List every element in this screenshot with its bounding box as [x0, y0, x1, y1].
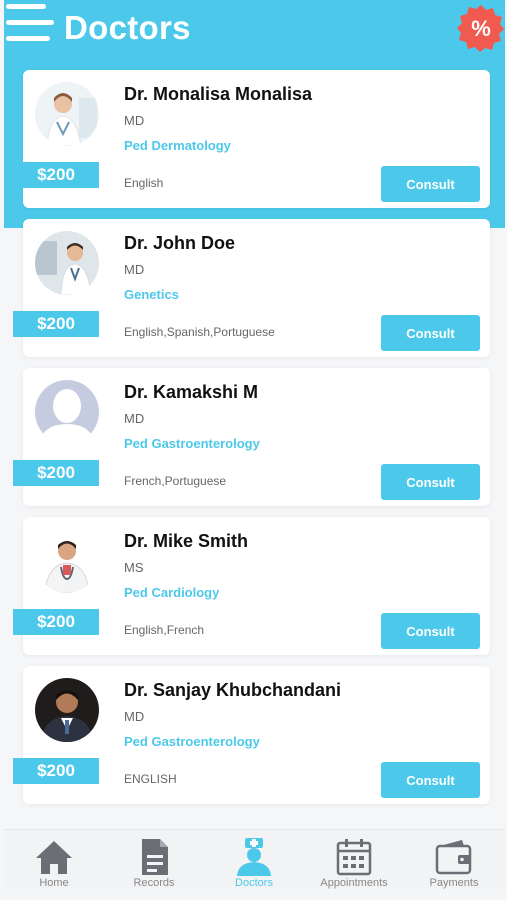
page-title: Doctors — [64, 9, 191, 46]
doctor-name: Dr. Sanjay Khubchandani — [124, 680, 342, 700]
doctor-degree: MD — [124, 411, 145, 426]
doctor-avatar-placeholder — [35, 380, 99, 444]
doctor-specialty: Genetics — [124, 287, 179, 302]
doctor-avatar — [35, 678, 99, 742]
doctor-name: Dr. Monalisa Monalisa — [124, 84, 313, 104]
calendar-icon — [334, 838, 374, 876]
doctor-languages: English,Spanish,Portuguese — [124, 325, 275, 339]
consult-button[interactable]: Consult — [381, 315, 480, 351]
discount-badge-icon[interactable]: % — [457, 4, 505, 52]
price-tag: $200 — [13, 311, 99, 337]
nav-label: Home — [39, 877, 69, 889]
doctor-specialty: Ped Dermatology — [124, 138, 231, 153]
doctor-languages: French,Portuguese — [124, 474, 227, 488]
discount-symbol: % — [471, 16, 491, 41]
doctor-avatar — [35, 529, 99, 593]
doctor-card[interactable]: $200 Dr. Sanjay Khubchandani MD Ped Gast… — [13, 666, 490, 804]
consult-button[interactable]: Consult — [381, 613, 480, 649]
doctor-languages: English,French — [124, 623, 205, 637]
bottom-navigation: Home Records Doctors Appointments Paymen… — [4, 829, 505, 889]
doctor-specialty: Ped Gastroenterology — [124, 436, 260, 451]
nav-payments[interactable]: Payments — [404, 830, 504, 890]
price-tag: $200 — [13, 460, 99, 486]
nav-label: Records — [133, 877, 175, 889]
doctor-icon — [234, 838, 274, 876]
records-icon — [134, 838, 174, 876]
wallet-icon — [434, 838, 474, 876]
nav-home[interactable]: Home — [4, 830, 104, 890]
price-tag: $200 — [13, 609, 99, 635]
nav-label: Appointments — [320, 877, 388, 889]
doctor-avatar — [35, 82, 99, 146]
nav-records[interactable]: Records — [104, 830, 204, 890]
app-screen: Doctors % $200 Dr. Monalisa Monalisa MD … — [0, 0, 507, 900]
doctor-degree: MS — [124, 560, 144, 575]
nav-doctors[interactable]: Doctors — [204, 830, 304, 890]
doctor-languages: English — [124, 176, 164, 190]
doctor-degree: MD — [124, 113, 145, 128]
doctor-specialty: Ped Cardiology — [124, 585, 220, 600]
price-tag: $200 — [13, 162, 99, 188]
nav-label: Payments — [429, 877, 479, 889]
doctor-name: Dr. Kamakshi M — [124, 382, 259, 402]
doctor-name: Dr. John Doe — [124, 233, 236, 253]
doctor-avatar — [35, 231, 99, 295]
doctor-degree: MD — [124, 262, 145, 277]
nav-label: Doctors — [235, 877, 273, 889]
consult-button[interactable]: Consult — [381, 762, 480, 798]
doctor-card[interactable]: $200 Dr. Kamakshi M MD Ped Gastroenterol… — [13, 368, 490, 506]
app-header: Doctors % — [0, 0, 507, 60]
home-icon — [34, 838, 74, 876]
menu-icon[interactable] — [6, 4, 54, 44]
doctor-specialty: Ped Gastroenterology — [124, 734, 260, 749]
doctor-degree: MD — [124, 709, 145, 724]
doctor-card[interactable]: $200 Dr. Monalisa Monalisa MD Ped Dermat… — [13, 70, 490, 208]
consult-button[interactable]: Consult — [381, 166, 480, 202]
doctor-card[interactable]: $200 Dr. Mike Smith MS Ped Cardiology En… — [13, 517, 490, 655]
doctor-name: Dr. Mike Smith — [124, 531, 249, 551]
doctor-languages: ENGLISH — [124, 772, 177, 786]
doctor-card[interactable]: $200 Dr. John Doe MD Genetics English,Sp… — [13, 219, 490, 357]
consult-button[interactable]: Consult — [381, 464, 480, 500]
price-tag: $200 — [13, 758, 99, 784]
nav-appointments[interactable]: Appointments — [304, 830, 404, 890]
